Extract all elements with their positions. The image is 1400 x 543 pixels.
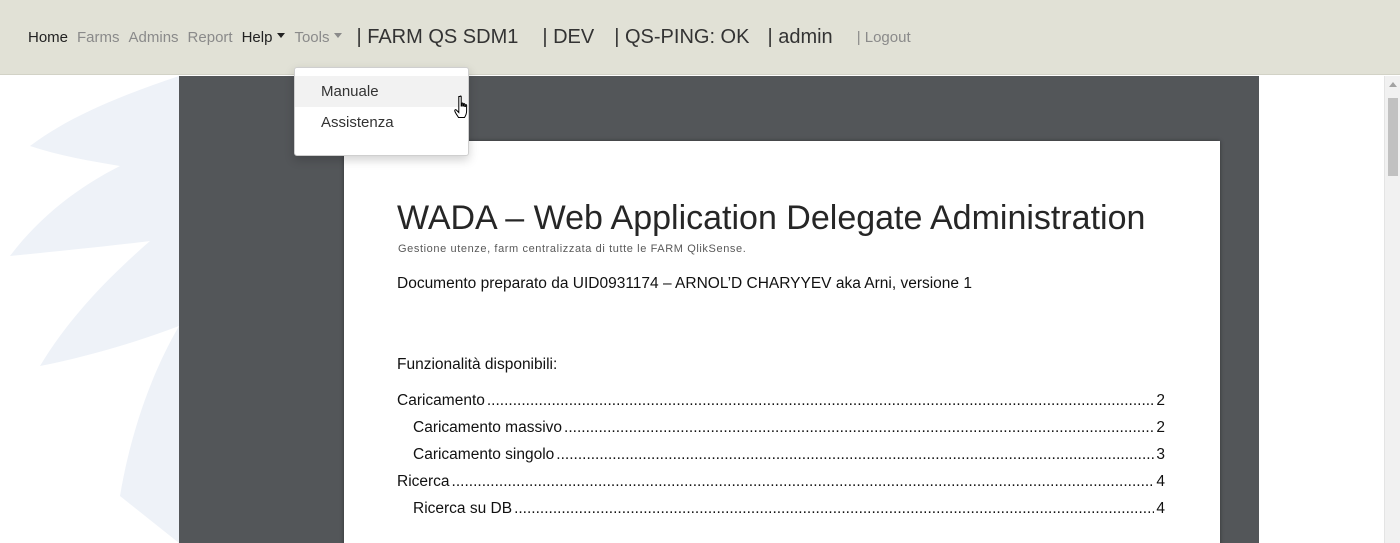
nav-home[interactable]: Home [28,29,68,46]
logout-link[interactable]: | Logout [857,29,911,46]
toc-entry-label: Caricamento singolo [413,446,555,463]
toc-leader-dots [556,446,1154,464]
toc-entry-label: Ricerca su DB [413,500,513,517]
nav-admins[interactable]: Admins [129,29,179,46]
leaf-watermark-icon [10,76,179,543]
toc-entry[interactable]: Ricerca 4 [397,473,1165,500]
hand-pointer-icon [454,95,468,118]
nav-tools-dropdown[interactable]: Tools [294,28,343,46]
document-author-line: Documento preparato da UID0931174 – ARNO… [397,275,972,292]
menu-item-assistenza[interactable]: Assistenza [295,107,468,138]
table-of-contents: Caricamento 2 Caricamento massivo 2 Cari… [397,392,1165,527]
vertical-scrollbar[interactable] [1384,76,1400,543]
scrollbar-thumb[interactable] [1388,98,1398,176]
toc-leader-dots [487,392,1155,410]
toc-leader-dots [452,473,1155,491]
menu-item-manuale[interactable]: Manuale [295,76,468,107]
toc-entry-page: 2 [1156,392,1165,409]
caret-down-icon [334,33,343,39]
nav-report[interactable]: Report [188,29,233,46]
current-user: | admin [767,25,833,48]
toc-entry-label: Caricamento massivo [413,419,563,436]
top-navbar: Home Farms Admins Report Help Tools | FA… [0,0,1400,75]
toc-leader-dots [514,500,1154,518]
document-subtitle: Gestione utenze, farm centralizzata di t… [398,243,747,255]
toc-entry[interactable]: Caricamento 2 [397,392,1165,419]
background-decoration-left [0,76,179,543]
chevron-up-icon[interactable] [1389,82,1397,87]
document-page: WADA – Web Application Delegate Administ… [344,141,1220,543]
help-dropdown-menu: Manuale Assistenza [294,67,469,156]
toc-entry-page: 2 [1156,419,1165,436]
toc-leader-dots [564,419,1154,437]
document-title: WADA – Web Application Delegate Administ… [397,199,1146,237]
toc-heading: Funzionalità disponibili: [397,356,558,373]
farm-indicator: | FARM QS SDM1 [356,25,519,48]
toc-entry[interactable]: Caricamento massivo 2 [397,419,1165,446]
toc-entry-page: 4 [1156,500,1165,517]
toc-entry-page: 3 [1156,446,1165,463]
caret-down-icon [277,33,286,39]
qs-ping-status: | QS-PING: OK [614,25,750,48]
toc-entry-label: Ricerca [397,473,450,490]
background-decoration-right [1259,76,1384,543]
nav-help-label: Help [241,28,273,46]
nav-tools-label: Tools [294,28,330,46]
toc-entry-page: 4 [1156,473,1165,490]
environment-indicator: | DEV [542,25,595,48]
toc-entry[interactable]: Caricamento singolo 3 [397,446,1165,473]
nav-farms[interactable]: Farms [77,29,120,46]
nav-help-dropdown[interactable]: Help [242,29,286,46]
toc-entry[interactable]: Ricerca su DB 4 [397,500,1165,527]
toc-entry-label: Caricamento [397,392,485,409]
